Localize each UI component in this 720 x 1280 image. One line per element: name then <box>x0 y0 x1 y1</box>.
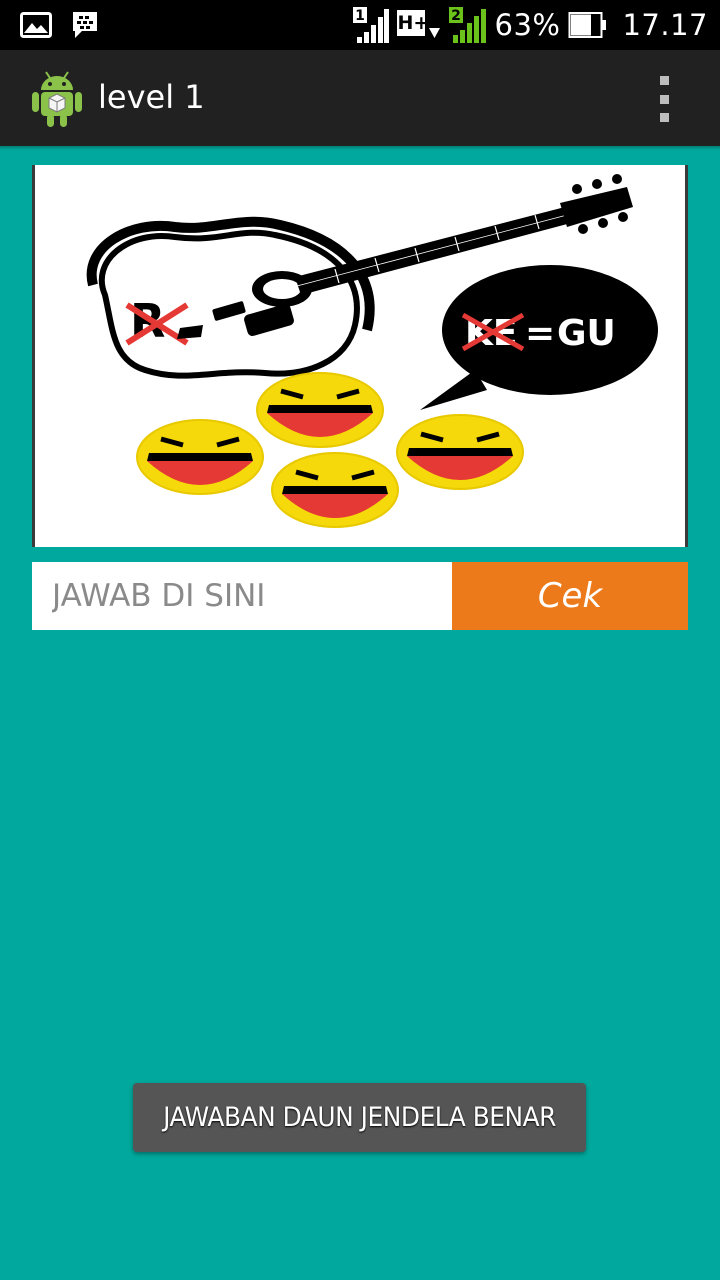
action-bar-shadow <box>0 146 720 150</box>
status-time: 17.17 <box>622 8 708 42</box>
overflow-dot <box>659 76 669 85</box>
overflow-dot <box>659 113 669 122</box>
toast-message: JAWABAN DAUN JENDELA BENAR <box>133 1083 586 1152</box>
page-title: level 1 <box>98 78 205 116</box>
signal-sim1-icon: 1 <box>352 7 389 43</box>
laughing-face-icon <box>256 372 384 448</box>
battery-percent: 63% <box>494 8 561 42</box>
overflow-menu-icon[interactable] <box>652 76 676 122</box>
action-bar: level 1 <box>0 50 720 146</box>
sim2-label: 2 <box>451 8 461 24</box>
bubble-text-gu: GU <box>557 313 616 354</box>
check-button[interactable]: Cek <box>452 562 688 630</box>
laughing-face-icon <box>396 414 524 490</box>
laughing-face-icon <box>136 419 264 495</box>
gallery-icon <box>20 12 52 38</box>
android-robot-icon[interactable] <box>30 68 84 128</box>
status-bar: 1 H+ 2 63% 17.17 <box>0 0 720 50</box>
network-hplus-icon: H+ <box>396 7 441 43</box>
puzzle-image: R KE = GU <box>32 165 688 547</box>
network-type-label: H+ <box>397 12 430 34</box>
equals-sign: = <box>525 313 555 354</box>
answer-input[interactable] <box>32 562 452 630</box>
laughing-face-icon <box>271 452 399 528</box>
signal-sim2-icon: 2 <box>448 7 486 43</box>
toast-text: JAWABAN DAUN JENDELA BENAR <box>163 1102 556 1133</box>
bbm-icon <box>73 12 97 38</box>
sim1-label: 1 <box>355 8 365 24</box>
battery-icon <box>568 12 607 38</box>
guitar-riddle-image: R KE = GU <box>86 174 658 528</box>
overflow-dot <box>659 94 669 104</box>
